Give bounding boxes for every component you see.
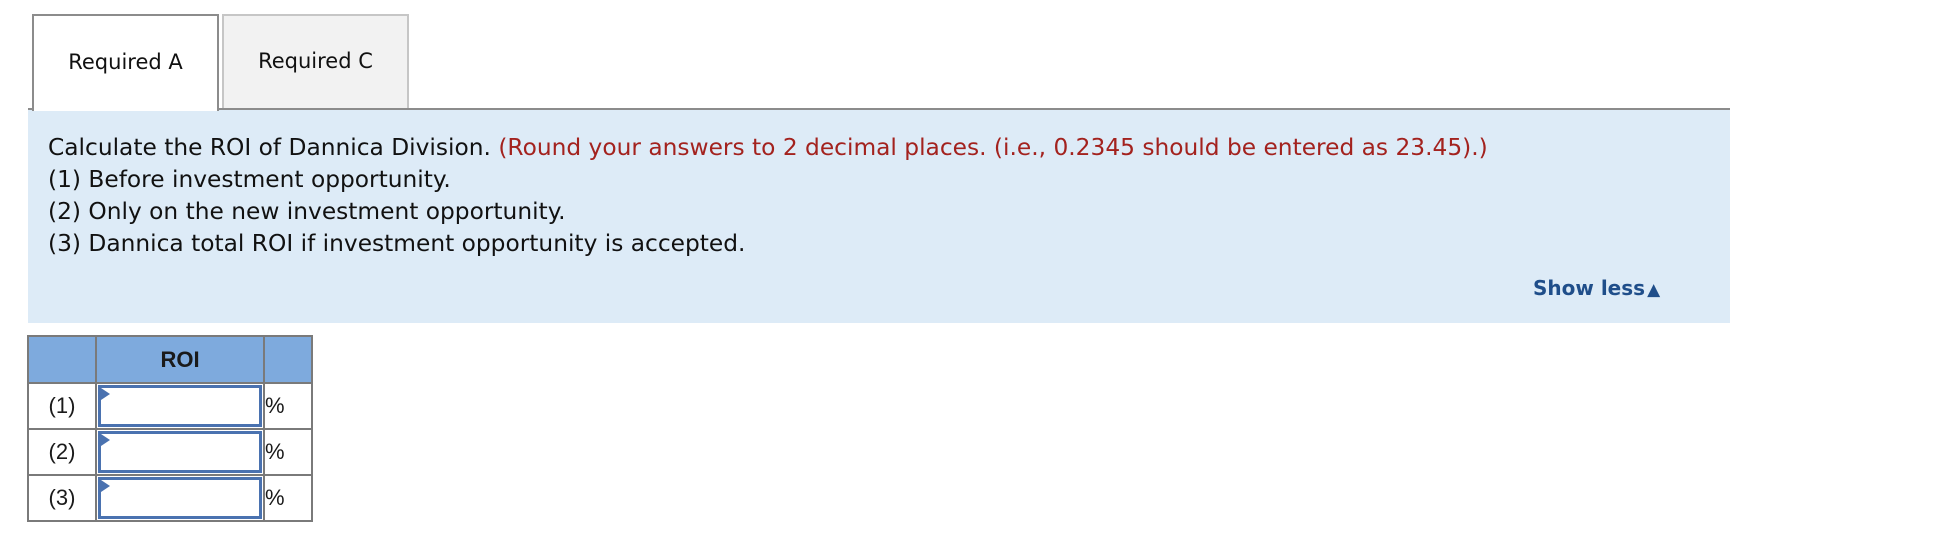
- roi-input-cell: [95, 474, 265, 522]
- tab-label: Required C: [258, 48, 373, 73]
- instruction-item: (2) Only on the new investment opportuni…: [48, 198, 566, 225]
- roi-input-cell: [95, 382, 265, 430]
- tab-required-c[interactable]: Required C: [222, 14, 409, 109]
- roi-input-2[interactable]: [101, 434, 259, 470]
- tab-bar: Required A Required C: [0, 0, 1938, 111]
- header-cell-roi: ROI: [95, 335, 265, 384]
- roi-input-1[interactable]: [101, 388, 259, 424]
- input-marker-icon: [101, 434, 110, 446]
- unit-label: %: [263, 428, 313, 476]
- row-label: (2): [27, 428, 97, 476]
- input-marker-icon: [101, 480, 110, 492]
- tab-label: Required A: [68, 49, 183, 74]
- instruction-main: Calculate the ROI of Dannica Division.: [48, 134, 491, 161]
- input-marker-icon: [101, 388, 110, 400]
- instruction-item: (3) Dannica total ROI if investment oppo…: [48, 230, 746, 257]
- roi-table: ROI (1) % (2) % (3) %: [27, 335, 313, 522]
- roi-input-cell: [95, 428, 265, 476]
- triangle-up-icon: ▲: [1647, 280, 1661, 300]
- roi-input-box: [98, 431, 262, 473]
- table-row: (2) %: [27, 428, 313, 476]
- rounding-note: (Round your answers to 2 decimal places.…: [498, 134, 1488, 161]
- roi-input-box: [98, 477, 262, 519]
- instruction-item: (1) Before investment opportunity.: [48, 166, 451, 193]
- instruction-line: Calculate the ROI of Dannica Division. (…: [48, 132, 1488, 164]
- unit-label: %: [263, 474, 313, 522]
- table-header-row: ROI: [27, 335, 313, 384]
- row-label: (3): [27, 474, 97, 522]
- table-row: (3) %: [27, 474, 313, 522]
- row-label: (1): [27, 382, 97, 430]
- header-cell-blank: [27, 335, 97, 384]
- show-less-button[interactable]: Show less ▲: [1533, 276, 1660, 300]
- unit-label: %: [263, 382, 313, 430]
- roi-input-box: [98, 385, 262, 427]
- show-less-label: Show less: [1533, 276, 1646, 300]
- instructions-text: Calculate the ROI of Dannica Division. (…: [48, 132, 1488, 260]
- instructions-panel: Calculate the ROI of Dannica Division. (…: [28, 110, 1730, 323]
- roi-input-3[interactable]: [101, 480, 259, 516]
- header-cell-unit: [263, 335, 313, 384]
- table-row: (1) %: [27, 382, 313, 430]
- tab-required-a[interactable]: Required A: [32, 14, 219, 111]
